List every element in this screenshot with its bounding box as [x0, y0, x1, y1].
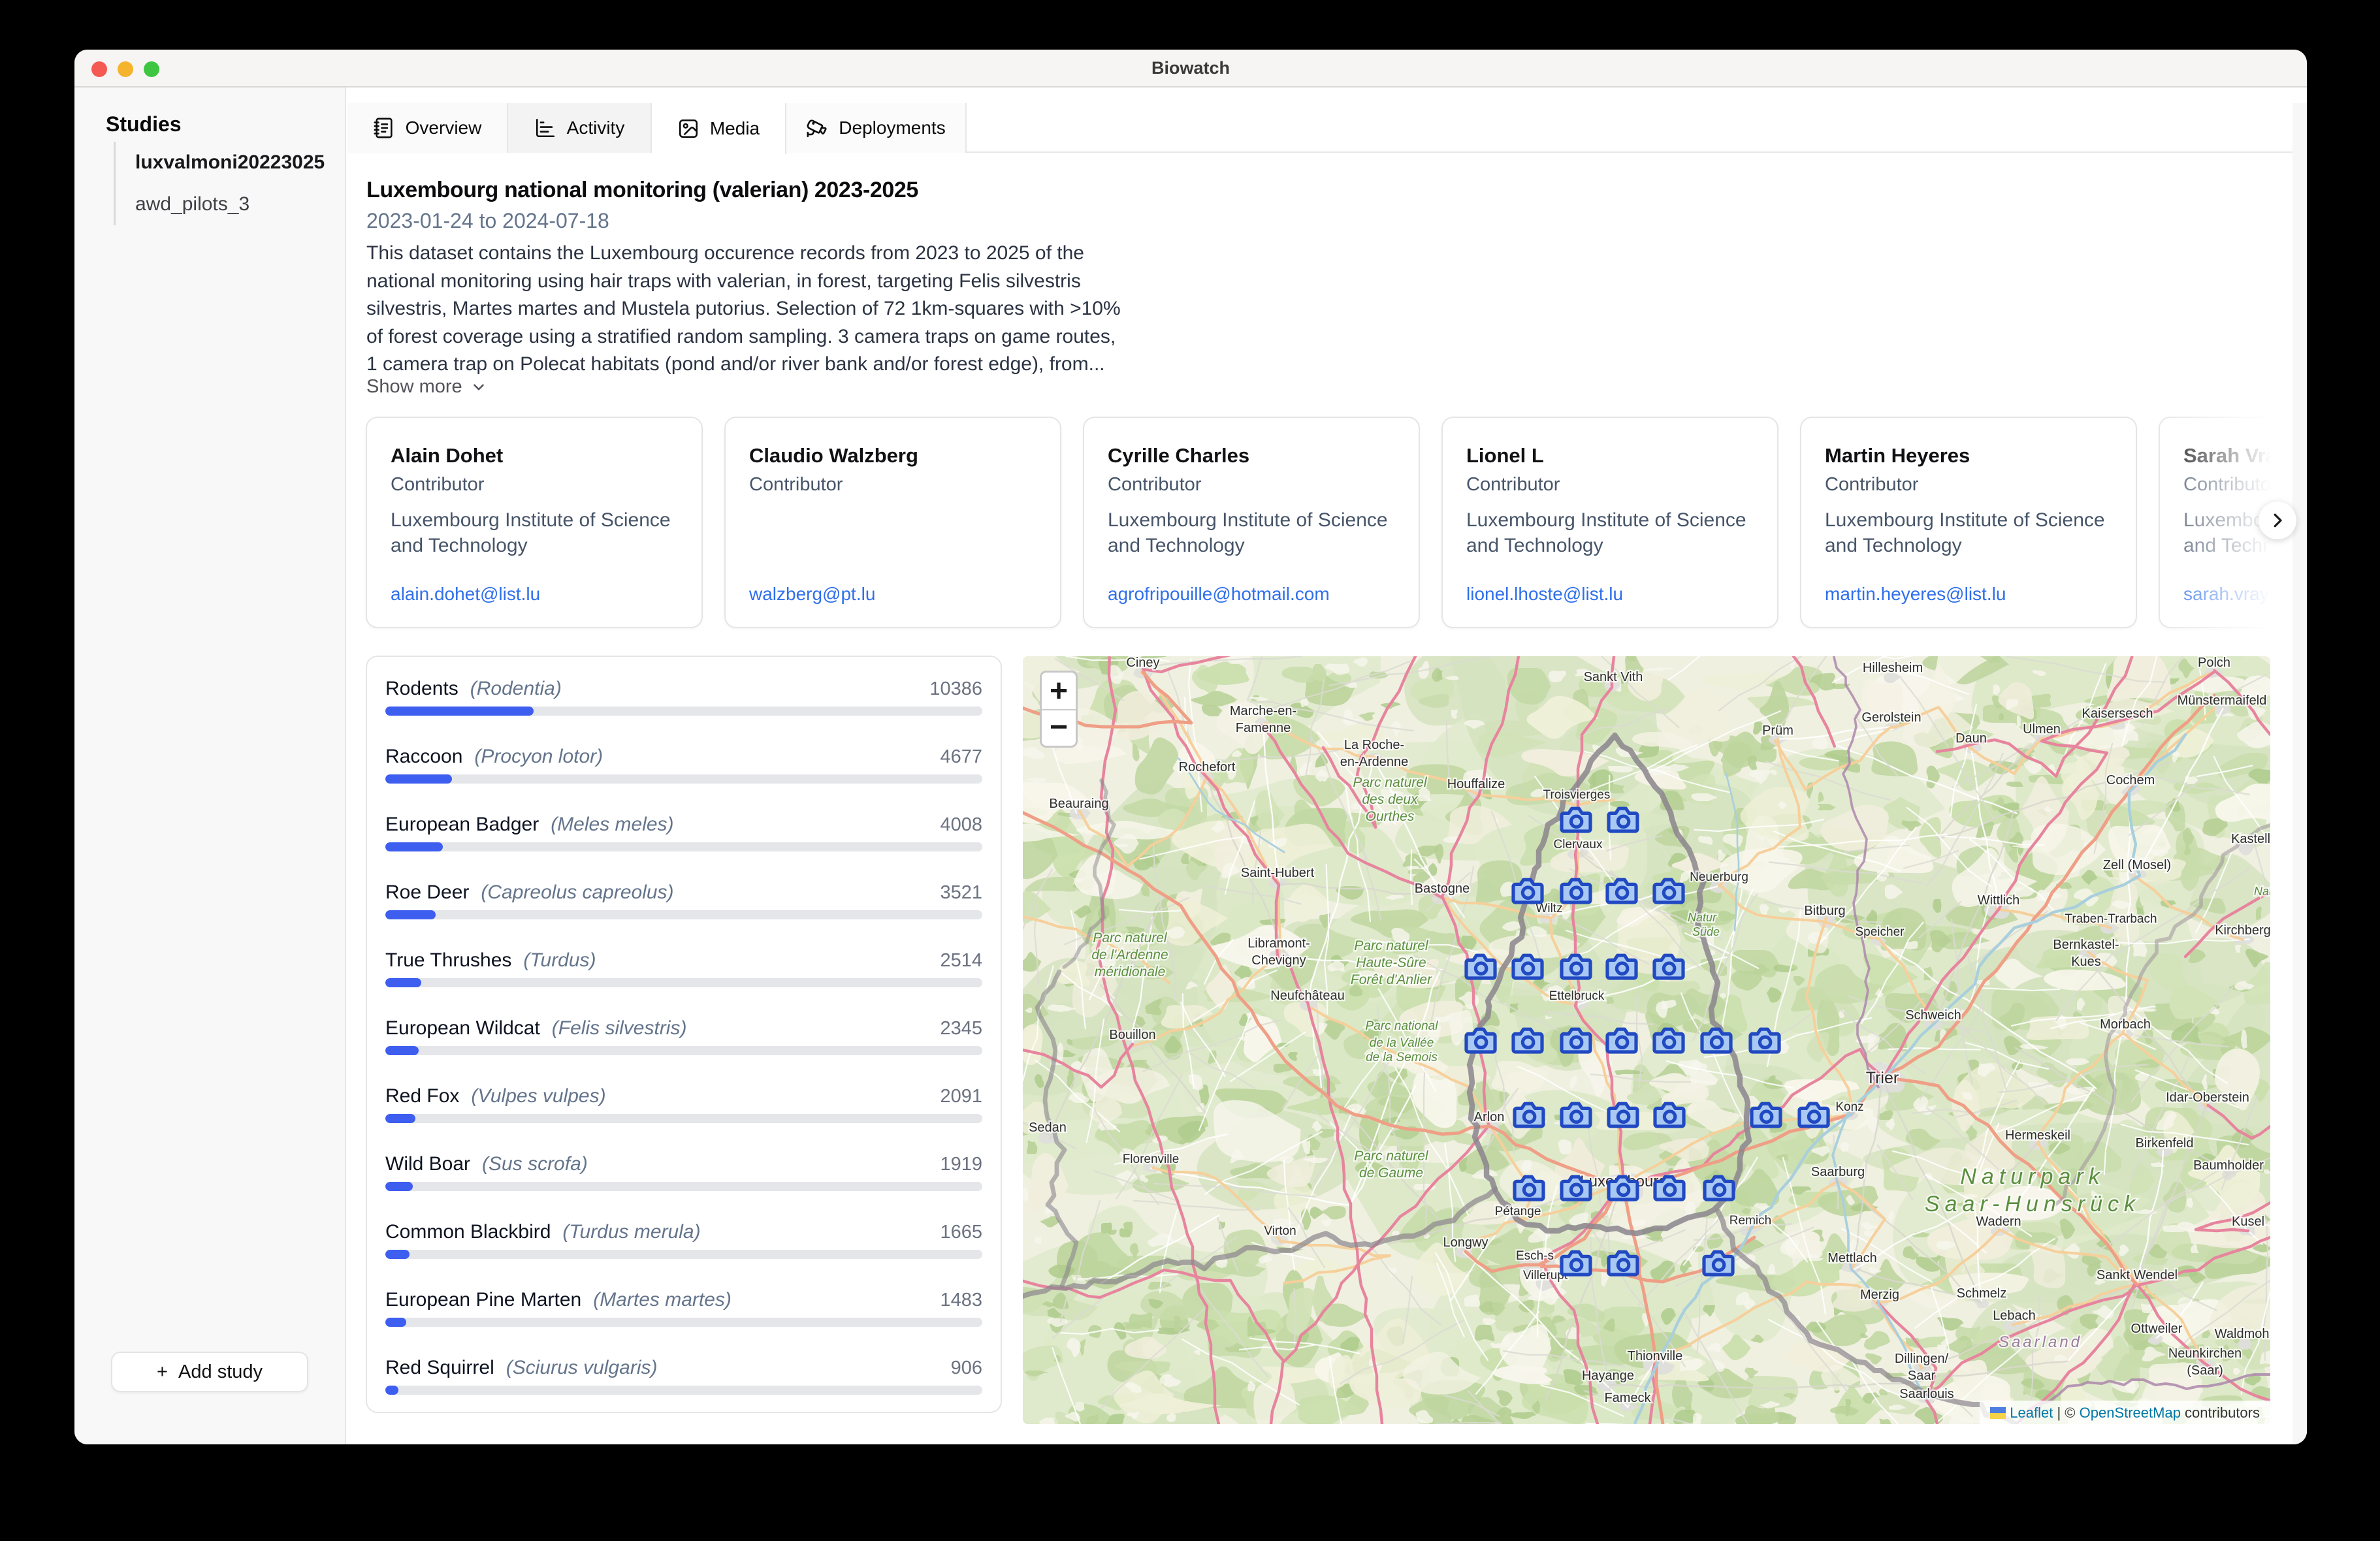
svg-text:Famenne: Famenne	[1236, 721, 1291, 735]
svg-text:Bernkastel-: Bernkastel-	[2053, 938, 2119, 952]
svg-text:en-Ardenne: en-Ardenne	[1340, 755, 1409, 769]
svg-text:Beauraing: Beauraing	[1049, 797, 1108, 811]
svg-text:Bitburg: Bitburg	[1804, 904, 1845, 918]
svg-text:Fameck: Fameck	[1604, 1391, 1651, 1405]
svg-text:Kirchberg: Kirchberg	[2215, 923, 2270, 938]
svg-text:Sankt Wendel: Sankt Wendel	[2097, 1268, 2178, 1282]
svg-text:Saarburg: Saarburg	[1811, 1165, 1865, 1179]
svg-text:Waldmohr: Waldmohr	[2215, 1327, 2270, 1341]
svg-text:Süde: Süde	[1692, 925, 1720, 938]
svg-text:Speicher: Speicher	[1856, 925, 1905, 939]
svg-text:Merzig: Merzig	[1860, 1288, 1899, 1302]
svg-text:Chevigny: Chevigny	[1251, 953, 1306, 968]
svg-text:Remich: Remich	[1729, 1214, 1771, 1228]
svg-text:des deux: des deux	[1362, 792, 1419, 807]
svg-text:Gerolstein: Gerolstein	[1861, 710, 1921, 725]
svg-text:(Saar): (Saar)	[2187, 1363, 2223, 1378]
svg-text:Wittlich: Wittlich	[1978, 893, 2019, 908]
svg-text:Saar: Saar	[1908, 1369, 1936, 1383]
svg-text:Münstermaifeld: Münstermaifeld	[2178, 693, 2267, 708]
svg-text:de la Semois: de la Semois	[1366, 1051, 1438, 1064]
svg-text:Prüm: Prüm	[1762, 723, 1793, 738]
svg-text:de l'Ardenne: de l'Ardenne	[1091, 947, 1168, 962]
svg-text:Kues: Kues	[2071, 955, 2101, 969]
svg-text:Saarland: Saarland	[1999, 1333, 2082, 1351]
svg-text:Schmelz: Schmelz	[1957, 1286, 2007, 1301]
svg-text:Natur: Natur	[1688, 911, 1717, 924]
svg-text:Baumholder: Baumholder	[2193, 1158, 2264, 1173]
svg-text:Forêt d'Anlier: Forêt d'Anlier	[1351, 972, 1432, 987]
svg-text:de la Vallée: de la Vallée	[1370, 1036, 1434, 1050]
svg-text:Daun: Daun	[1955, 731, 1987, 746]
svg-text:Trier: Trier	[1866, 1069, 1899, 1087]
svg-text:Parc national: Parc national	[1366, 1019, 1439, 1033]
svg-text:Kusel: Kusel	[2232, 1215, 2264, 1229]
svg-text:méridionale: méridionale	[1095, 964, 1166, 979]
svg-text:Parc naturel: Parc naturel	[1093, 930, 1168, 945]
svg-text:Ottweiler: Ottweiler	[2131, 1322, 2183, 1336]
svg-text:Thionville: Thionville	[1628, 1349, 1682, 1363]
svg-text:Idar-Oberstein: Idar-Oberstein	[2166, 1090, 2249, 1105]
svg-text:Libramont-: Libramont-	[1247, 936, 1310, 951]
svg-text:Marche-en-: Marche-en-	[1230, 704, 1296, 718]
svg-text:Ulmen: Ulmen	[2023, 722, 2061, 737]
svg-text:Hillesheim: Hillesheim	[1863, 661, 1923, 675]
svg-text:Saarlouis: Saarlouis	[1899, 1387, 1954, 1401]
svg-text:Birkenfeld: Birkenfeld	[2136, 1136, 2194, 1151]
svg-text:Kastell: Kastell	[2231, 832, 2270, 846]
svg-text:Neunkirchen: Neunkirchen	[2168, 1346, 2242, 1361]
svg-text:Natu: Natu	[2254, 885, 2270, 898]
svg-text:Zell (Mosel): Zell (Mosel)	[2103, 858, 2171, 872]
svg-text:Wadern: Wadern	[1976, 1215, 2021, 1229]
svg-text:Hermeskeil: Hermeskeil	[2005, 1128, 2070, 1143]
svg-text:Naturpark: Naturpark	[1960, 1164, 2104, 1189]
svg-text:Clervaux: Clervaux	[1554, 838, 1603, 851]
svg-text:Florenville: Florenville	[1123, 1152, 1180, 1166]
svg-text:Saar-Hunsrück: Saar-Hunsrück	[1925, 1192, 2140, 1216]
svg-text:Rochefort: Rochefort	[1179, 760, 1236, 774]
svg-text:Esch-s: Esch-s	[1516, 1249, 1554, 1263]
svg-text:Sankt Vith: Sankt Vith	[1584, 670, 1643, 684]
svg-text:Mettlach: Mettlach	[1827, 1251, 1877, 1265]
svg-text:Pétange: Pétange	[1495, 1205, 1541, 1218]
svg-text:Houffalize: Houffalize	[1447, 777, 1505, 791]
svg-text:Lebach: Lebach	[1993, 1309, 2036, 1323]
svg-text:Ciney: Ciney	[1126, 656, 1159, 670]
svg-text:Cochem: Cochem	[2106, 773, 2155, 787]
svg-text:Saint-Hubert: Saint-Hubert	[1241, 866, 1315, 880]
svg-text:Ourthes: Ourthes	[1366, 809, 1415, 824]
svg-text:Kaisersesch: Kaisersesch	[2082, 707, 2153, 721]
svg-text:Ettelbruck: Ettelbruck	[1549, 989, 1605, 1003]
svg-text:de Gaume: de Gaume	[1359, 1166, 1423, 1181]
svg-text:Bouillon: Bouillon	[1109, 1028, 1155, 1042]
svg-text:Parc naturel: Parc naturel	[1354, 1149, 1429, 1164]
svg-text:Longwy: Longwy	[1443, 1235, 1488, 1250]
svg-text:Haute-Sûre: Haute-Sûre	[1356, 955, 1426, 970]
svg-text:Sedan: Sedan	[1029, 1120, 1067, 1135]
svg-text:Troisvierges: Troisvierges	[1543, 788, 1611, 802]
svg-text:Parc naturel: Parc naturel	[1354, 938, 1429, 953]
svg-text:Neuerburg: Neuerburg	[1690, 870, 1748, 884]
svg-text:Hayange: Hayange	[1582, 1369, 1634, 1383]
svg-text:Morbach: Morbach	[2100, 1017, 2151, 1032]
svg-text:La Roche-: La Roche-	[1344, 738, 1404, 752]
svg-text:Dillingen/: Dillingen/	[1895, 1352, 1949, 1366]
svg-text:Arlon: Arlon	[1474, 1110, 1505, 1124]
svg-text:Neufchâteau: Neufchâteau	[1270, 989, 1344, 1003]
svg-text:Parc naturel: Parc naturel	[1353, 775, 1428, 790]
svg-text:Virton: Virton	[1264, 1224, 1296, 1238]
svg-text:Konz: Konz	[1835, 1100, 1863, 1114]
svg-text:Bastogne: Bastogne	[1415, 882, 1470, 896]
svg-text:Polch: Polch	[2198, 656, 2230, 670]
svg-text:Schweich: Schweich	[1905, 1008, 1961, 1023]
svg-text:Traben-Trarbach: Traben-Trarbach	[2065, 912, 2157, 926]
